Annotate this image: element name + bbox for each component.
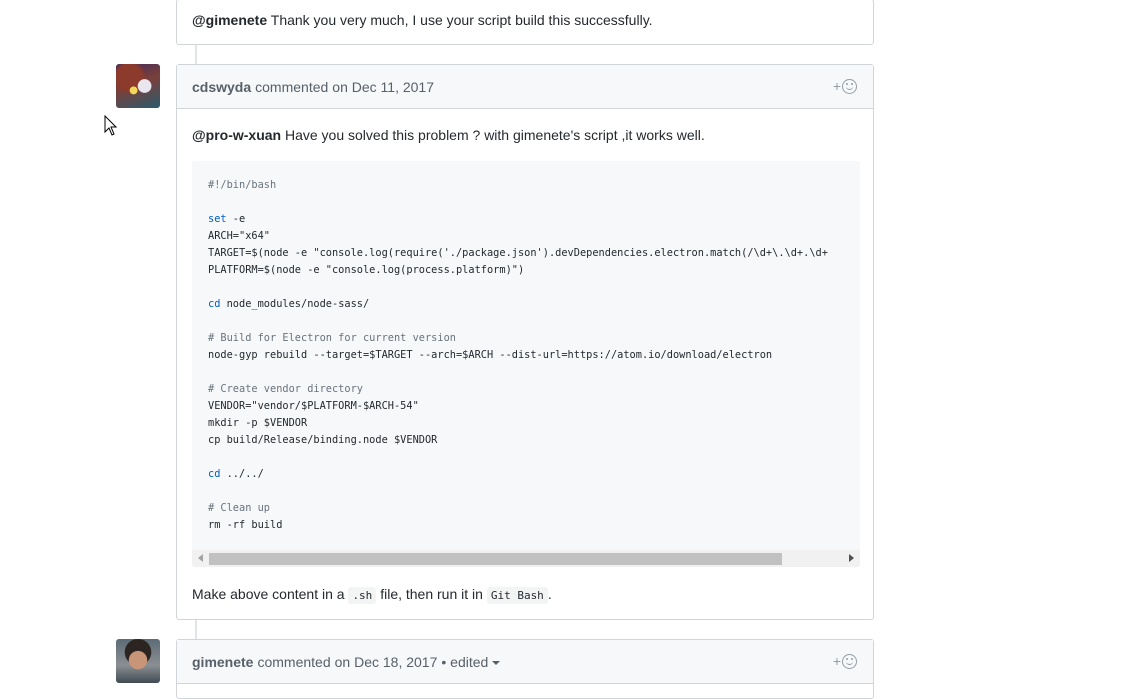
code-content: #!/bin/bash set -e ARCH="x64" TARGET=$(n… [208,177,860,534]
avatar[interactable] [116,64,160,108]
code-line: #!/bin/bash [208,179,277,191]
comment-box: @gimenete Thank you very much, I use you… [176,0,874,45]
code-keyword: cd [208,298,221,310]
comment-footer-text: Make above content in a .sh file, then r… [192,586,552,604]
scroll-left-arrow-icon[interactable] [198,554,203,562]
code-line: # Build for Electron for current version [208,332,456,344]
horizontal-scrollbar[interactable] [192,550,860,567]
comment-body: @gimenete Thank you very much, I use you… [192,12,653,28]
footer-text: file, then run it in [376,586,487,602]
inline-code: Git Bash [486,587,548,604]
smiley-icon [842,653,857,669]
comment-header: cdswyda commented on Dec 11, 2017 + [177,65,873,109]
code-keyword: cd [208,468,221,480]
code-line: cp build/Release/binding.node $VENDOR [208,434,438,446]
comment-date[interactable]: on Dec 18, 2017 [335,654,438,670]
comment-author[interactable]: gimenete [192,654,253,670]
add-reaction-button[interactable]: + [833,653,857,669]
code-block[interactable]: #!/bin/bash set -e ARCH="x64" TARGET=$(n… [192,161,860,567]
timeline-line [195,44,197,64]
comment-action: commented [257,653,331,670]
code-line: TARGET=$(node -e "console.log(require('.… [208,247,828,259]
user-mention[interactable]: @gimenete [192,12,267,28]
comment-text: Thank you very much, I use your script b… [267,12,653,28]
code-line: cd ../../ [208,468,264,480]
scroll-right-arrow-icon[interactable] [849,554,854,562]
code-line: mkdir -p $VENDOR [208,417,308,429]
plus-label: + [832,653,841,669]
scroll-thumb[interactable] [209,553,782,565]
code-line: ARCH="x64" [208,230,270,242]
edited-dropdown[interactable]: • edited [441,653,501,670]
comment-text: Have you solved this problem ? with gime… [281,127,705,143]
code-line: set -e [208,213,246,225]
code-line: VENDOR="vendor/$PLATFORM-$ARCH-54" [208,400,419,412]
footer-text: . [547,586,552,602]
mouse-cursor-icon [104,115,118,136]
edited-label: • edited [441,653,489,670]
comment-body: @pro-w-xuan Have you solved this problem… [192,127,705,143]
plus-label: + [832,78,841,94]
inline-code: .sh [348,587,377,604]
code-line: cd node_modules/node-sass/ [208,298,370,310]
code-line: # Create vendor directory [208,383,363,395]
comment-action: commented [255,78,329,95]
code-keyword: set [208,213,227,225]
comment-header: gimenete commented on Dec 18, 2017 • edi… [177,640,873,684]
smiley-icon [842,78,857,94]
code-line: # Clean up [208,502,270,514]
comment-box: gimenete commented on Dec 18, 2017 • edi… [176,639,874,699]
caret-down-icon [492,660,501,665]
timeline-line [195,619,197,639]
comment-author[interactable]: cdswyda [192,79,251,95]
add-reaction-button[interactable]: + [833,78,857,94]
code-line: PLATFORM=$(node -e "console.log(process.… [208,264,525,276]
footer-text: Make above content in a [192,586,349,602]
avatar[interactable] [116,639,160,683]
user-mention[interactable]: @pro-w-xuan [192,127,281,143]
code-line: node-gyp rebuild --target=$TARGET --arch… [208,349,773,361]
comment-date[interactable]: on Dec 11, 2017 [332,79,434,95]
code-line: rm -rf build [208,519,283,531]
